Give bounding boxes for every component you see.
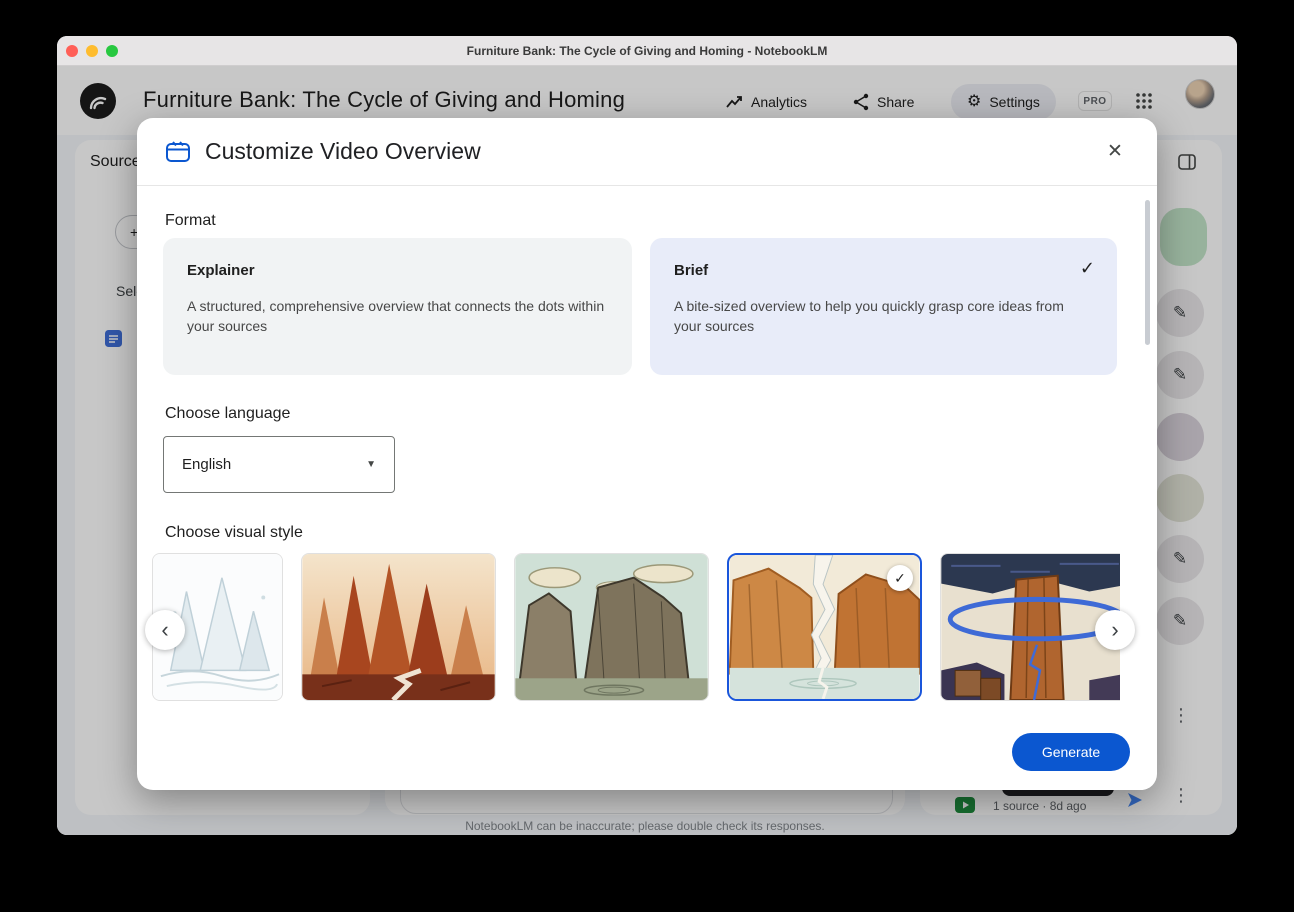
language-dropdown[interactable]: English ▼	[163, 436, 395, 493]
visual-style-option-red-desert-spires[interactable]	[301, 553, 496, 701]
generate-button[interactable]: Generate	[1012, 733, 1130, 771]
format-option-brief[interactable]: Brief A bite-sized overview to help you …	[650, 238, 1117, 375]
visual-style-option-comic-cliffs[interactable]	[514, 553, 709, 701]
format-option-description: A structured, comprehensive overview tha…	[187, 296, 608, 336]
dialog-header: Customize Video Overview ✕	[137, 118, 1157, 186]
customize-video-overview-dialog: Customize Video Overview ✕ Format Explai…	[137, 118, 1157, 790]
comic-cliffs-thumbnail	[515, 554, 708, 700]
chevron-right-icon: ›	[1111, 617, 1118, 643]
video-overview-dialog-icon	[165, 140, 191, 164]
app-window: Furniture Bank: The Cycle of Giving and …	[57, 36, 1237, 835]
traffic-lights	[66, 45, 118, 57]
ink-swirl-thumbnail	[941, 554, 1120, 700]
selected-style-check-badge: ✓	[887, 565, 913, 591]
close-dialog-button[interactable]: ✕	[1101, 138, 1129, 166]
format-option-title: Explainer	[187, 262, 608, 279]
format-option-title: Brief	[674, 262, 1093, 279]
chevron-left-icon: ‹	[161, 617, 168, 643]
dialog-scrollbar[interactable]	[1145, 200, 1150, 345]
app-content: Furniture Bank: The Cycle of Giving and …	[57, 66, 1237, 835]
close-icon: ✕	[1107, 141, 1123, 162]
close-window-button[interactable]	[66, 45, 78, 57]
chevron-down-icon: ▼	[366, 459, 376, 470]
red-desert-thumbnail	[302, 554, 495, 700]
format-option-description: A bite-sized overview to help you quickl…	[674, 296, 1093, 336]
language-selected-value: English	[182, 456, 366, 473]
window-title: Furniture Bank: The Cycle of Giving and …	[467, 44, 828, 58]
minimize-window-button[interactable]	[86, 45, 98, 57]
format-section-label: Format	[165, 212, 216, 230]
format-option-explainer[interactable]: Explainer A structured, comprehensive ov…	[163, 238, 632, 375]
titlebar: Furniture Bank: The Cycle of Giving and …	[57, 36, 1237, 66]
check-icon: ✓	[894, 570, 906, 587]
zoom-window-button[interactable]	[106, 45, 118, 57]
visual-style-section-label: Choose visual style	[165, 524, 303, 542]
visual-style-option-canyon-lightning[interactable]: ✓	[727, 553, 922, 701]
selected-check-icon: ✓	[1080, 258, 1095, 279]
desktop: Furniture Bank: The Cycle of Giving and …	[0, 0, 1294, 912]
visual-style-option-ink-swirl-cliff[interactable]	[940, 553, 1120, 701]
visual-style-carousel: ✓	[152, 553, 1120, 701]
carousel-next-button[interactable]: ›	[1095, 610, 1135, 650]
dialog-title: Customize Video Overview	[205, 138, 481, 165]
carousel-prev-button[interactable]: ‹	[145, 610, 185, 650]
language-section-label: Choose language	[165, 405, 290, 423]
